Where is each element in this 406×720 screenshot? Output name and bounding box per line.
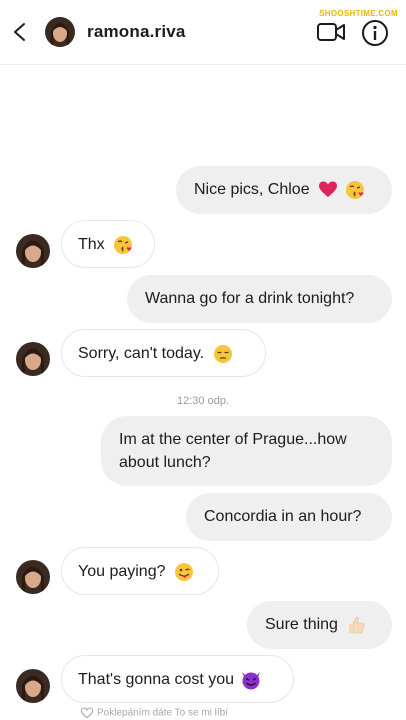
smiling-devil-emoji [241, 671, 260, 690]
kissing-face-emoji [345, 180, 364, 199]
message-text: Concordia in an hour? [204, 508, 362, 525]
message-text-line-1: Im at the center of Prague...how [119, 431, 347, 448]
message-text: Thx [78, 236, 105, 253]
info-icon[interactable] [361, 19, 389, 47]
message-bubble-outgoing[interactable]: Im at the center of Prague...how about l… [101, 416, 392, 486]
double-tap-like-text: Poklepáním dáte To se mi líbí [97, 707, 228, 719]
message-bubble-outgoing[interactable]: Concordia in an hour? [186, 493, 392, 541]
kissing-face-emoji [114, 235, 133, 254]
message-bubble-incoming[interactable]: That's gonna cost you [61, 655, 294, 703]
header-avatar[interactable] [45, 17, 75, 47]
red-heart-emoji [319, 181, 338, 197]
chat-header: ramona.riva SHOOSHTIME.COM [0, 0, 406, 65]
message-text: Nice pics, Chloe [194, 181, 310, 198]
message-bubble-outgoing[interactable]: Wanna go for a drink tonight? [127, 275, 392, 323]
heart-outline-icon [80, 707, 94, 719]
contact-avatar[interactable] [16, 669, 50, 703]
message-bubble-outgoing[interactable]: Nice pics, Chloe [176, 166, 392, 214]
back-arrow-icon[interactable] [10, 21, 30, 43]
message-bubble-incoming[interactable]: You paying? [61, 547, 219, 595]
winking-tongue-face-emoji [174, 562, 193, 581]
message-text: Wanna go for a drink tonight? [145, 290, 355, 307]
message-text-line-2: about lunch? [119, 454, 211, 471]
contact-avatar[interactable] [16, 560, 50, 594]
message-timestamp: 12:30 odp. [177, 395, 229, 407]
message-text: You paying? [78, 563, 166, 580]
contact-avatar[interactable] [16, 342, 50, 376]
thumbs-up-emoji [349, 616, 365, 634]
contact-avatar[interactable] [16, 234, 50, 268]
message-bubble-outgoing[interactable]: Sure thing [247, 601, 392, 649]
pensive-face-emoji [213, 344, 232, 363]
double-tap-like-hint: Poklepáním dáte To se mi líbí [80, 707, 228, 719]
message-bubble-incoming[interactable]: Thx [61, 220, 155, 268]
message-text: That's gonna cost you [78, 671, 235, 688]
watermark-text: SHOOSHTIME.COM [319, 9, 398, 18]
header-username[interactable]: ramona.riva [87, 22, 186, 42]
message-text: Sorry, can't today. [78, 345, 205, 362]
video-call-icon[interactable] [316, 20, 346, 44]
message-bubble-incoming[interactable]: Sorry, can't today. [61, 329, 266, 377]
message-text: Sure thing [265, 616, 338, 633]
